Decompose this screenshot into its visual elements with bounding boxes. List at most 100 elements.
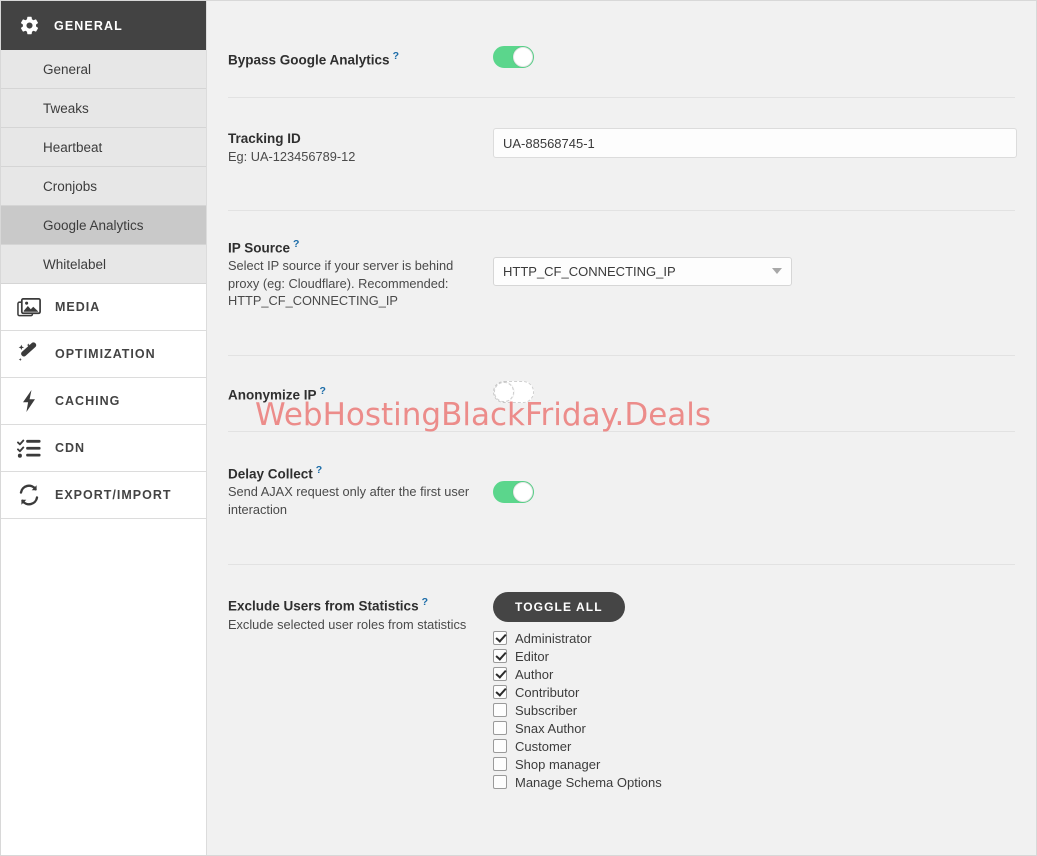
setting-ip-source: IP Source? Select IP source if your serv… [228, 234, 1015, 310]
sidebar-group-optimization[interactable]: OPTIMIZATION [1, 331, 206, 378]
sidebar-group-label: CACHING [55, 394, 121, 408]
setting-tracking-id: Tracking ID Eg: UA-123456789-12 [228, 128, 1017, 166]
setting-title: Anonymize IP? [228, 383, 488, 404]
role-checkbox-row[interactable]: Contributor [493, 683, 1015, 701]
role-checkbox[interactable] [493, 775, 507, 789]
sidebar: GENERAL General Tweaks Heartbeat Cronjob… [1, 1, 207, 855]
sidebar-item-label: General [43, 61, 92, 77]
help-icon[interactable]: ? [316, 464, 322, 476]
setting-title: Tracking ID [228, 131, 301, 146]
sidebar-group-media[interactable]: MEDIA [1, 284, 206, 331]
role-label: Customer [515, 738, 572, 754]
role-label: Shop manager [515, 756, 601, 772]
sidebar-item-label: Cronjobs [43, 178, 98, 194]
setting-description: Exclude selected user roles from statist… [228, 616, 467, 632]
help-icon[interactable]: ? [393, 50, 399, 62]
role-label: Author [515, 666, 554, 682]
role-checkbox-row[interactable]: Shop manager [493, 755, 1015, 773]
setting-exclude-users: Exclude Users from Statistics? Exclude s… [228, 592, 1015, 791]
divider [228, 354, 1015, 356]
sidebar-item-cronjobs[interactable]: Cronjobs [1, 167, 206, 206]
role-checkbox-row[interactable]: Author [493, 665, 1015, 683]
help-icon[interactable]: ? [320, 385, 326, 397]
divider [228, 564, 1015, 565]
magic-wand-icon [15, 341, 43, 367]
sidebar-group-label: OPTIMIZATION [55, 347, 156, 361]
user-roles-checkbox-list: Administrator Editor Author Contributor [493, 629, 1015, 791]
help-icon[interactable]: ? [293, 238, 299, 250]
chevron-down-icon [772, 268, 782, 274]
divider [228, 430, 1015, 432]
sidebar-item-heartbeat[interactable]: Heartbeat [1, 128, 206, 167]
sidebar-item-whitelabel[interactable]: Whitelabel [1, 245, 206, 284]
sidebar-group-export-import[interactable]: EXPORT/IMPORT [1, 472, 206, 519]
ip-source-select[interactable]: HTTP_CF_CONNECTING_IP [493, 256, 792, 286]
ip-source-selected-value: HTTP_CF_CONNECTING_IP [503, 263, 676, 279]
sidebar-group-caching[interactable]: CACHING [1, 378, 206, 425]
role-label: Contributor [515, 684, 580, 700]
role-checkbox-row[interactable]: Subscriber [493, 701, 1015, 719]
bypass-ga-toggle[interactable] [493, 46, 534, 68]
setting-description: Eg: UA-123456789-12 [228, 149, 356, 164]
setting-label-block: Exclude Users from Statistics? Exclude s… [228, 592, 488, 633]
sidebar-item-label: Whitelabel [43, 256, 107, 272]
setting-delay-collect: Delay Collect? Send AJAX request only af… [228, 460, 1015, 519]
media-images-icon [15, 294, 43, 320]
lightning-bolt-icon [15, 388, 43, 414]
role-checkbox-row[interactable]: Customer [493, 737, 1015, 755]
setting-label-block: Tracking ID Eg: UA-123456789-12 [228, 128, 488, 166]
refresh-sync-icon [15, 482, 43, 508]
role-label: Administrator [515, 630, 592, 646]
setting-title-text: Anonymize IP [228, 387, 317, 402]
role-checkbox[interactable] [493, 721, 507, 735]
sidebar-item-label: Google Analytics [43, 217, 144, 233]
setting-description: Select IP source if your server is behin… [228, 258, 454, 308]
role-label: Snax Author [515, 720, 586, 736]
sidebar-item-tweaks[interactable]: Tweaks [1, 89, 206, 128]
role-checkbox[interactable] [493, 667, 507, 681]
role-checkbox-row[interactable]: Administrator [493, 629, 1015, 647]
sidebar-item-google-analytics[interactable]: Google Analytics [1, 206, 206, 245]
role-checkbox[interactable] [493, 703, 507, 717]
help-icon[interactable]: ? [422, 596, 428, 608]
toggle-all-button[interactable]: TOGGLE ALL [493, 592, 625, 622]
role-checkbox-row[interactable]: Snax Author [493, 719, 1015, 737]
setting-control [488, 46, 1015, 73]
setting-control [488, 460, 1015, 508]
sidebar-group-label: EXPORT/IMPORT [55, 488, 172, 502]
tracking-id-input[interactable] [493, 128, 1017, 158]
setting-title: Bypass Google Analytics? [228, 48, 488, 69]
setting-title: IP Source? [228, 236, 488, 257]
settings-content: Bypass Google Analytics? Tracking ID Eg:… [207, 1, 1036, 855]
divider [228, 209, 1015, 211]
checklist-icon [15, 435, 43, 461]
settings-page: GENERAL General Tweaks Heartbeat Cronjob… [0, 0, 1037, 856]
sidebar-header-general[interactable]: GENERAL [1, 1, 206, 50]
role-checkbox[interactable] [493, 685, 507, 699]
toggle-knob [494, 381, 514, 402]
sidebar-group-cdn[interactable]: CDN [1, 425, 206, 472]
setting-label-block: IP Source? Select IP source if your serv… [228, 234, 488, 310]
setting-anonymize-ip: Anonymize IP? [228, 380, 1015, 408]
setting-bypass-google-analytics: Bypass Google Analytics? [228, 46, 1015, 73]
role-checkbox[interactable] [493, 649, 507, 663]
setting-control: TOGGLE ALL Administrator Editor Author C… [488, 592, 1015, 791]
gear-icon [18, 15, 40, 37]
role-checkbox-row[interactable]: Editor [493, 647, 1015, 665]
role-checkbox[interactable] [493, 757, 507, 771]
sidebar-header-label: GENERAL [54, 18, 123, 33]
setting-control: HTTP_CF_CONNECTING_IP [488, 234, 1015, 286]
sidebar-group-label: MEDIA [55, 300, 101, 314]
delay-collect-toggle[interactable] [493, 480, 534, 503]
role-checkbox[interactable] [493, 631, 507, 645]
role-checkbox-row[interactable]: Manage Schema Options [493, 773, 1015, 791]
sidebar-item-label: Tweaks [43, 100, 89, 116]
role-checkbox[interactable] [493, 739, 507, 753]
setting-label-block: Anonymize IP? [228, 381, 488, 404]
setting-description: Send AJAX request only after the first u… [228, 484, 470, 517]
setting-title-text: IP Source [228, 240, 291, 255]
setting-control [488, 380, 1015, 408]
sidebar-item-general[interactable]: General [1, 50, 206, 89]
anonymize-ip-toggle[interactable] [493, 380, 534, 403]
setting-label-block: Delay Collect? Send AJAX request only af… [228, 460, 488, 519]
